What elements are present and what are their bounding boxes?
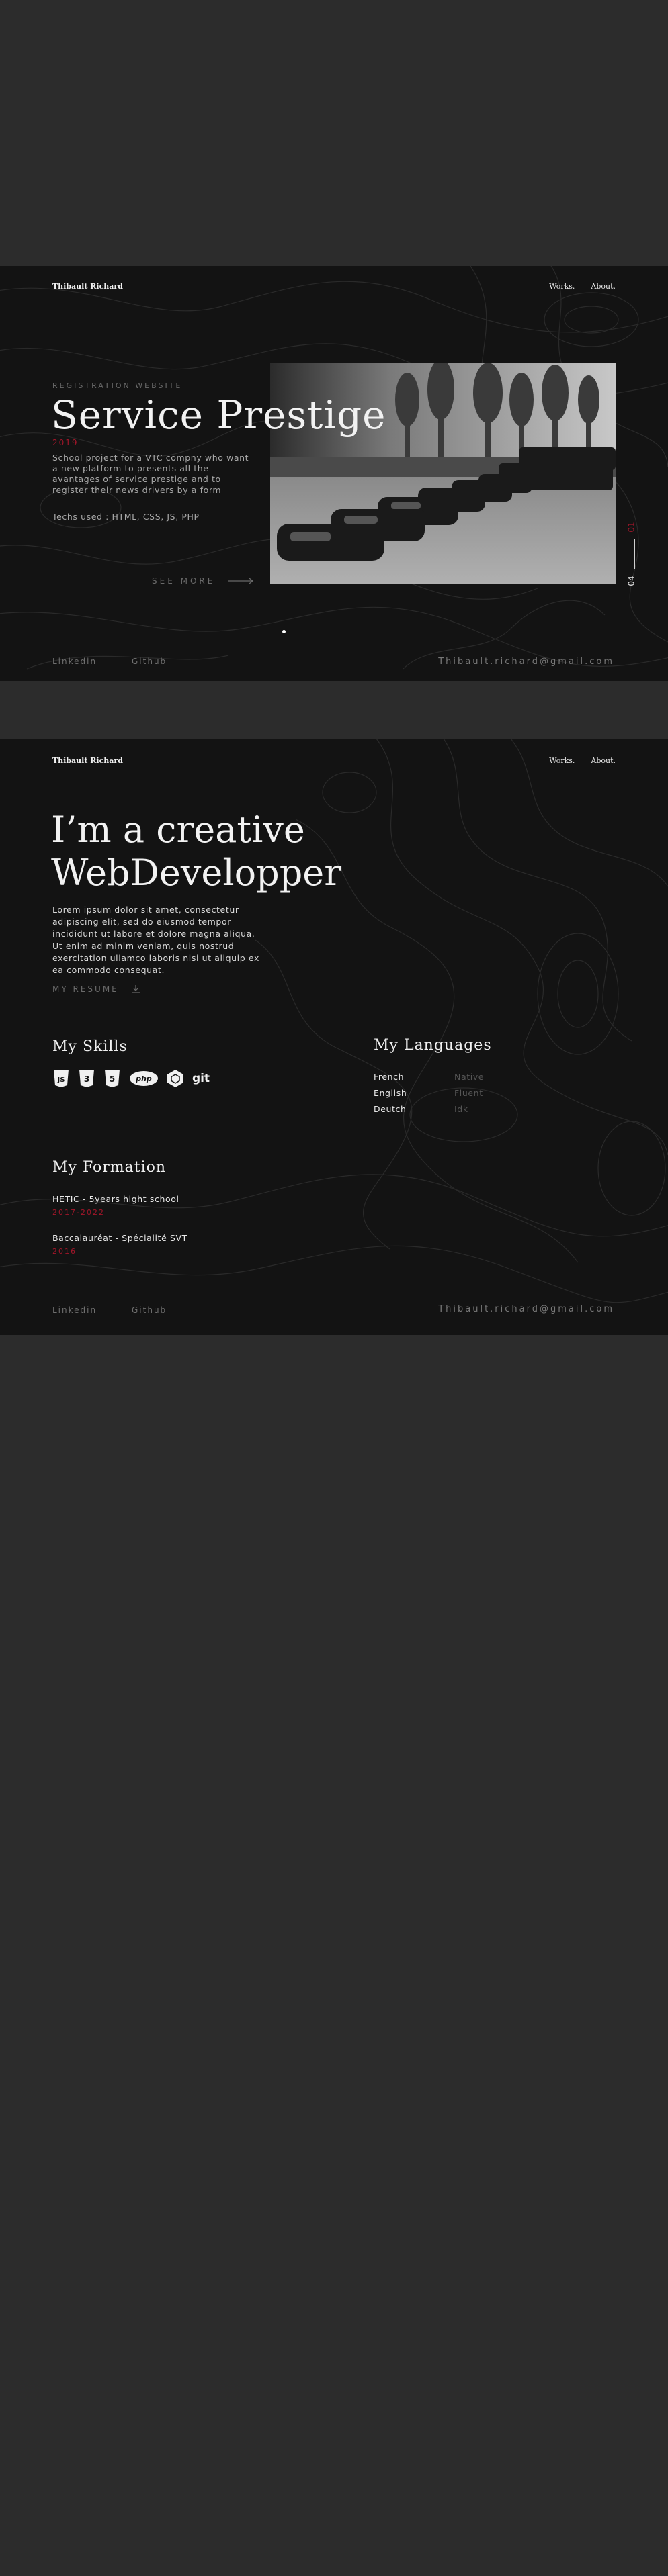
intro-line: incididunt ut labore et dolore magna ali…: [52, 929, 255, 939]
description-line: School project for a VTC compny who want: [52, 453, 249, 463]
php-icon: php: [129, 1070, 159, 1087]
formation-name: Baccalauréat - Spécialité SVT: [52, 1233, 187, 1243]
language-row: Deutch Idk: [374, 1101, 484, 1117]
language-level: Native: [454, 1072, 485, 1082]
see-more-label: SEE MORE: [152, 576, 216, 586]
project-description: School project for a VTC compny who want…: [52, 453, 267, 496]
nav-works[interactable]: Works.: [549, 756, 575, 765]
project-techs: Techs used : HTML, CSS, JS, PHP: [52, 512, 200, 522]
language-row: English Fluent: [374, 1085, 484, 1101]
counter-line: [634, 539, 635, 569]
languages-title: My Languages: [374, 1037, 492, 1054]
php-icon-text: php: [135, 1074, 152, 1083]
brand-logo[interactable]: Thibault Richard: [52, 282, 123, 291]
footer-linkedin[interactable]: Linkedin: [52, 1305, 97, 1315]
footer-email[interactable]: Thibault.richard@gmail.com: [438, 657, 614, 667]
nav-about[interactable]: About.: [591, 282, 616, 291]
formation-name: HETIC - 5years hight school: [52, 1194, 179, 1204]
footer-github[interactable]: Github: [132, 657, 167, 666]
intro-line: adipiscing elit, sed do eiusmod tempor: [52, 917, 231, 927]
language-name: English: [374, 1088, 407, 1098]
footer-github[interactable]: Github: [132, 1305, 167, 1315]
languages-list: French Native English Fluent Deutch Idk: [374, 1069, 484, 1117]
intro-line: Ut enim ad minim veniam, quis nostrud: [52, 941, 235, 951]
headline-line-2: WebDevelopper: [51, 852, 342, 894]
language-name: French: [374, 1072, 405, 1082]
description-line: avantages of service prestige and to: [52, 474, 221, 484]
description-line: a new platform to presents all the: [52, 463, 209, 473]
js-icon: JS: [52, 1069, 70, 1088]
description-line: register their news drivers by a form: [52, 485, 222, 495]
skills-title: My Skills: [52, 1038, 128, 1055]
see-more-button[interactable]: SEE MORE: [152, 576, 254, 586]
project-counter: 01 04: [626, 520, 641, 587]
svg-text:3: 3: [84, 1074, 89, 1084]
project-title: Service Prestige: [51, 392, 386, 438]
svg-text:5: 5: [110, 1074, 115, 1084]
intro-line: ea commodo consequat.: [52, 965, 165, 975]
hexagon-icon: [167, 1069, 184, 1088]
headline: I’m a creative WebDevelopper: [51, 809, 341, 894]
intro-line: Lorem ipsum dolor sit amet, consectetur: [52, 905, 239, 915]
language-row: French Native: [374, 1069, 484, 1085]
about-section: Thibault Richard Works. About. I’m a cre…: [0, 739, 668, 1335]
counter-total: 04: [626, 576, 636, 586]
git-icon: git: [192, 1070, 210, 1087]
language-name: Deutch: [374, 1104, 407, 1114]
headline-line-1: I’m a creative: [51, 809, 305, 851]
main-nav: Works. About.: [549, 282, 616, 291]
intro-line: exercitation ullamco laboris nisi ut ali…: [52, 953, 259, 963]
about-intro: Lorem ipsum dolor sit amet, consectetur …: [52, 904, 294, 976]
brand-logo[interactable]: Thibault Richard: [52, 756, 123, 765]
main-nav: Works. About.: [549, 756, 616, 765]
footer-linkedin[interactable]: Linkedin: [52, 657, 97, 666]
formation-item: Baccalauréat - Spécialité SVT 2016: [52, 1233, 187, 1256]
html5-icon: 5: [103, 1069, 121, 1088]
skills-icons: JS 3 5 php git: [52, 1069, 218, 1088]
resume-label: MY RESUME: [52, 984, 119, 994]
resume-download-button[interactable]: MY RESUME: [52, 984, 140, 994]
download-icon: [131, 985, 140, 993]
formation-title: My Formation: [52, 1159, 167, 1176]
work-section: Thibault Richard Works. About. REGISTRAT…: [0, 266, 668, 681]
formation-item: HETIC - 5years hight school 2017-2022: [52, 1194, 179, 1217]
project-year: 2019: [52, 438, 79, 447]
formation-years: 2017-2022: [52, 1208, 105, 1217]
arrow-right-icon: [228, 578, 254, 584]
slide-indicator-dot[interactable]: [282, 630, 286, 633]
git-icon-text: git: [192, 1072, 210, 1085]
project-category: REGISTRATION WEBSITE: [52, 381, 183, 390]
language-level: Fluent: [454, 1088, 483, 1098]
counter-current: 01: [626, 522, 636, 533]
nav-about[interactable]: About.: [591, 756, 616, 765]
footer-email[interactable]: Thibault.richard@gmail.com: [438, 1304, 614, 1314]
css3-icon: 3: [78, 1069, 95, 1088]
nav-works[interactable]: Works.: [549, 282, 575, 291]
language-level: Idk: [454, 1104, 468, 1114]
formation-years: 2016: [52, 1247, 77, 1256]
svg-text:JS: JS: [57, 1076, 65, 1084]
